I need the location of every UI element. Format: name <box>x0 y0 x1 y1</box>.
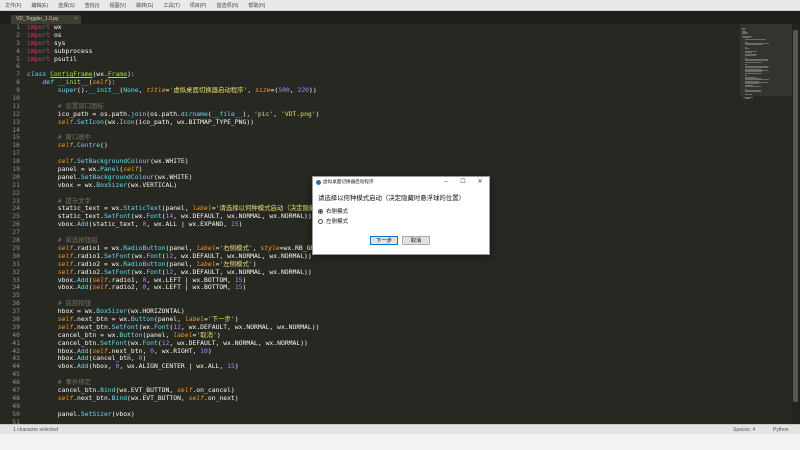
close-icon[interactable]: × <box>74 15 77 24</box>
minimap-line <box>744 48 750 50</box>
bottom-strip <box>0 434 800 450</box>
close-button[interactable]: ✕ <box>474 178 486 187</box>
menu-view[interactable]: 视图(V) <box>104 2 131 9</box>
app-icon <box>316 180 321 185</box>
radio-left-label: 左侧模式 <box>326 219 349 225</box>
dialog-titlebar[interactable]: 虚拟桌面切换器启动程序 – ☐ ✕ <box>313 177 489 188</box>
line-number: 4 <box>16 46 20 55</box>
menu-bar: 文件(F) 编辑(E) 选择(S) 查找(I) 视图(V) 跳转(G) 工具(T… <box>0 0 800 11</box>
radio-selected-indicator[interactable] <box>318 208 323 214</box>
menu-help[interactable]: 帮助(H) <box>243 2 270 9</box>
line-number: 6 <box>16 62 20 71</box>
code-line[interactable]: 35 <box>0 291 740 300</box>
code-line[interactable]: 1 import wx <box>0 24 740 32</box>
line-number: 8 <box>16 78 20 87</box>
code-text[interactable]: vbox.Add(hbox, 0, wx.ALIGN_CENTER | wx.A… <box>27 362 239 371</box>
file-tab-label: VD_Toggler_1.0.py <box>16 16 59 22</box>
code-text[interactable]: panel.SetSizer(vbox) <box>27 410 135 419</box>
radio-unselected-indicator[interactable] <box>318 218 323 224</box>
minimap-line <box>744 38 766 40</box>
code-line[interactable]: 48 self.next_btn.Bind(wx.EVT_BUTTON, sel… <box>0 394 740 403</box>
file-tab[interactable]: VD_Toggler_1.0.py × <box>11 15 81 24</box>
config-dialog: 虚拟桌面切换器启动程序 – ☐ ✕ 请选择以何种模式启动（决定隐藏时悬浮球的位置… <box>312 176 490 255</box>
dialog-title: 虚拟桌面切换器启动程序 <box>323 179 374 184</box>
minimize-button[interactable]: – <box>440 178 452 187</box>
code-line[interactable]: 44 vbox.Add(hbox, 0, wx.ALIGN_CENTER | w… <box>0 362 740 371</box>
minimap-line <box>744 61 762 63</box>
line-number: 1 <box>16 24 20 31</box>
menu-project[interactable]: 项目(P) <box>185 2 212 9</box>
minimap-line <box>744 86 762 88</box>
menu-goto[interactable]: 跳转(G) <box>131 2 158 9</box>
code-text[interactable]: vbox.Add(self.radio2, 0, wx.LEFT | wx.BO… <box>27 283 247 292</box>
code-line[interactable]: 3 import sys <box>0 38 740 48</box>
minimap[interactable] <box>740 24 798 424</box>
code-line[interactable]: 34 vbox.Add(self.radio2, 0, wx.LEFT | wx… <box>0 283 740 292</box>
menu-selection[interactable]: 选择(S) <box>53 2 80 9</box>
radio-right-label: 右侧模式 <box>326 209 349 215</box>
menu-find[interactable]: 查找(I) <box>80 2 105 9</box>
vertical-scrollbar[interactable] <box>792 24 800 424</box>
code-line[interactable]: 5 import psutil <box>0 54 740 64</box>
code-line[interactable]: 14 <box>0 126 740 135</box>
minimap-line <box>744 44 763 46</box>
menu-preferences[interactable]: 首选项(N) <box>211 2 243 9</box>
code-text[interactable]: vbox.Add(static_text, 0, wx.ALL | wx.EXP… <box>27 220 243 229</box>
minimap-line <box>744 94 752 96</box>
status-indentation[interactable]: Spaces: 4 <box>733 427 755 433</box>
code-line[interactable]: 4 import subprocess <box>0 46 740 56</box>
code-line[interactable]: 45 <box>0 370 740 379</box>
next-button[interactable]: 下一步 <box>370 236 398 245</box>
code-line[interactable]: 50 panel.SetSizer(vbox) <box>0 410 740 419</box>
scrollbar-thumb[interactable] <box>793 30 798 402</box>
dialog-prompt: 请选择以何种模式启动（决定隐藏时悬浮球的位置） <box>318 194 465 202</box>
code-line[interactable]: 10 <box>0 94 740 103</box>
status-bar: 1 character selected Spaces: 4 Python <box>0 424 800 434</box>
radio-left-mode[interactable]: 左侧模式 <box>318 217 348 225</box>
minimap-line <box>744 55 756 56</box>
menu-edit[interactable]: 编辑(E) <box>26 2 53 9</box>
minimap-line <box>742 33 747 35</box>
code-text[interactable]: self.next_btn.Bind(wx.EVT_BUTTON, self.o… <box>27 394 239 403</box>
code-line[interactable]: 15 # 窗口居中 <box>0 134 740 142</box>
minimap-line <box>744 98 750 100</box>
menu-tools[interactable]: 工具(T) <box>158 2 184 9</box>
radio-right-mode[interactable]: 右侧模式 <box>318 207 348 215</box>
status-syntax[interactable]: Python <box>773 427 789 433</box>
code-line[interactable]: 9 super().__init__(None, title='虚拟桌面切换器启… <box>0 86 740 95</box>
minimap-line <box>744 91 762 93</box>
line-number: 7 <box>16 70 20 79</box>
status-selection: 1 character selected <box>13 427 59 433</box>
line-number: 3 <box>16 38 20 47</box>
code-text[interactable]: vbox = wx.BoxSizer(wx.VERTICAL) <box>27 181 177 190</box>
code-text[interactable]: self.SetIcon(wx.Icon(ico_path, wx.BITMAP… <box>27 118 254 127</box>
line-number: 2 <box>16 30 20 39</box>
code-line[interactable]: 2 import os <box>0 30 740 40</box>
menu-file[interactable]: 文件(F) <box>0 2 26 9</box>
tab-bar: VD_Toggler_1.0.py × <box>0 11 800 24</box>
code-line[interactable]: 13 self.SetIcon(wx.Icon(ico_path, wx.BIT… <box>0 118 740 127</box>
maximize-button[interactable]: ☐ <box>457 178 469 187</box>
minimap-line <box>744 72 762 74</box>
code-line[interactable]: 16 self.Centre() <box>0 141 740 150</box>
code-text[interactable]: import psutil <box>27 55 77 64</box>
code-text[interactable]: super().__init__(None, title='虚拟桌面切换器启动程… <box>27 86 317 95</box>
cancel-button[interactable]: 取消 <box>402 236 430 245</box>
code-text[interactable]: self.Centre() <box>27 141 108 150</box>
line-number: 5 <box>16 54 20 63</box>
